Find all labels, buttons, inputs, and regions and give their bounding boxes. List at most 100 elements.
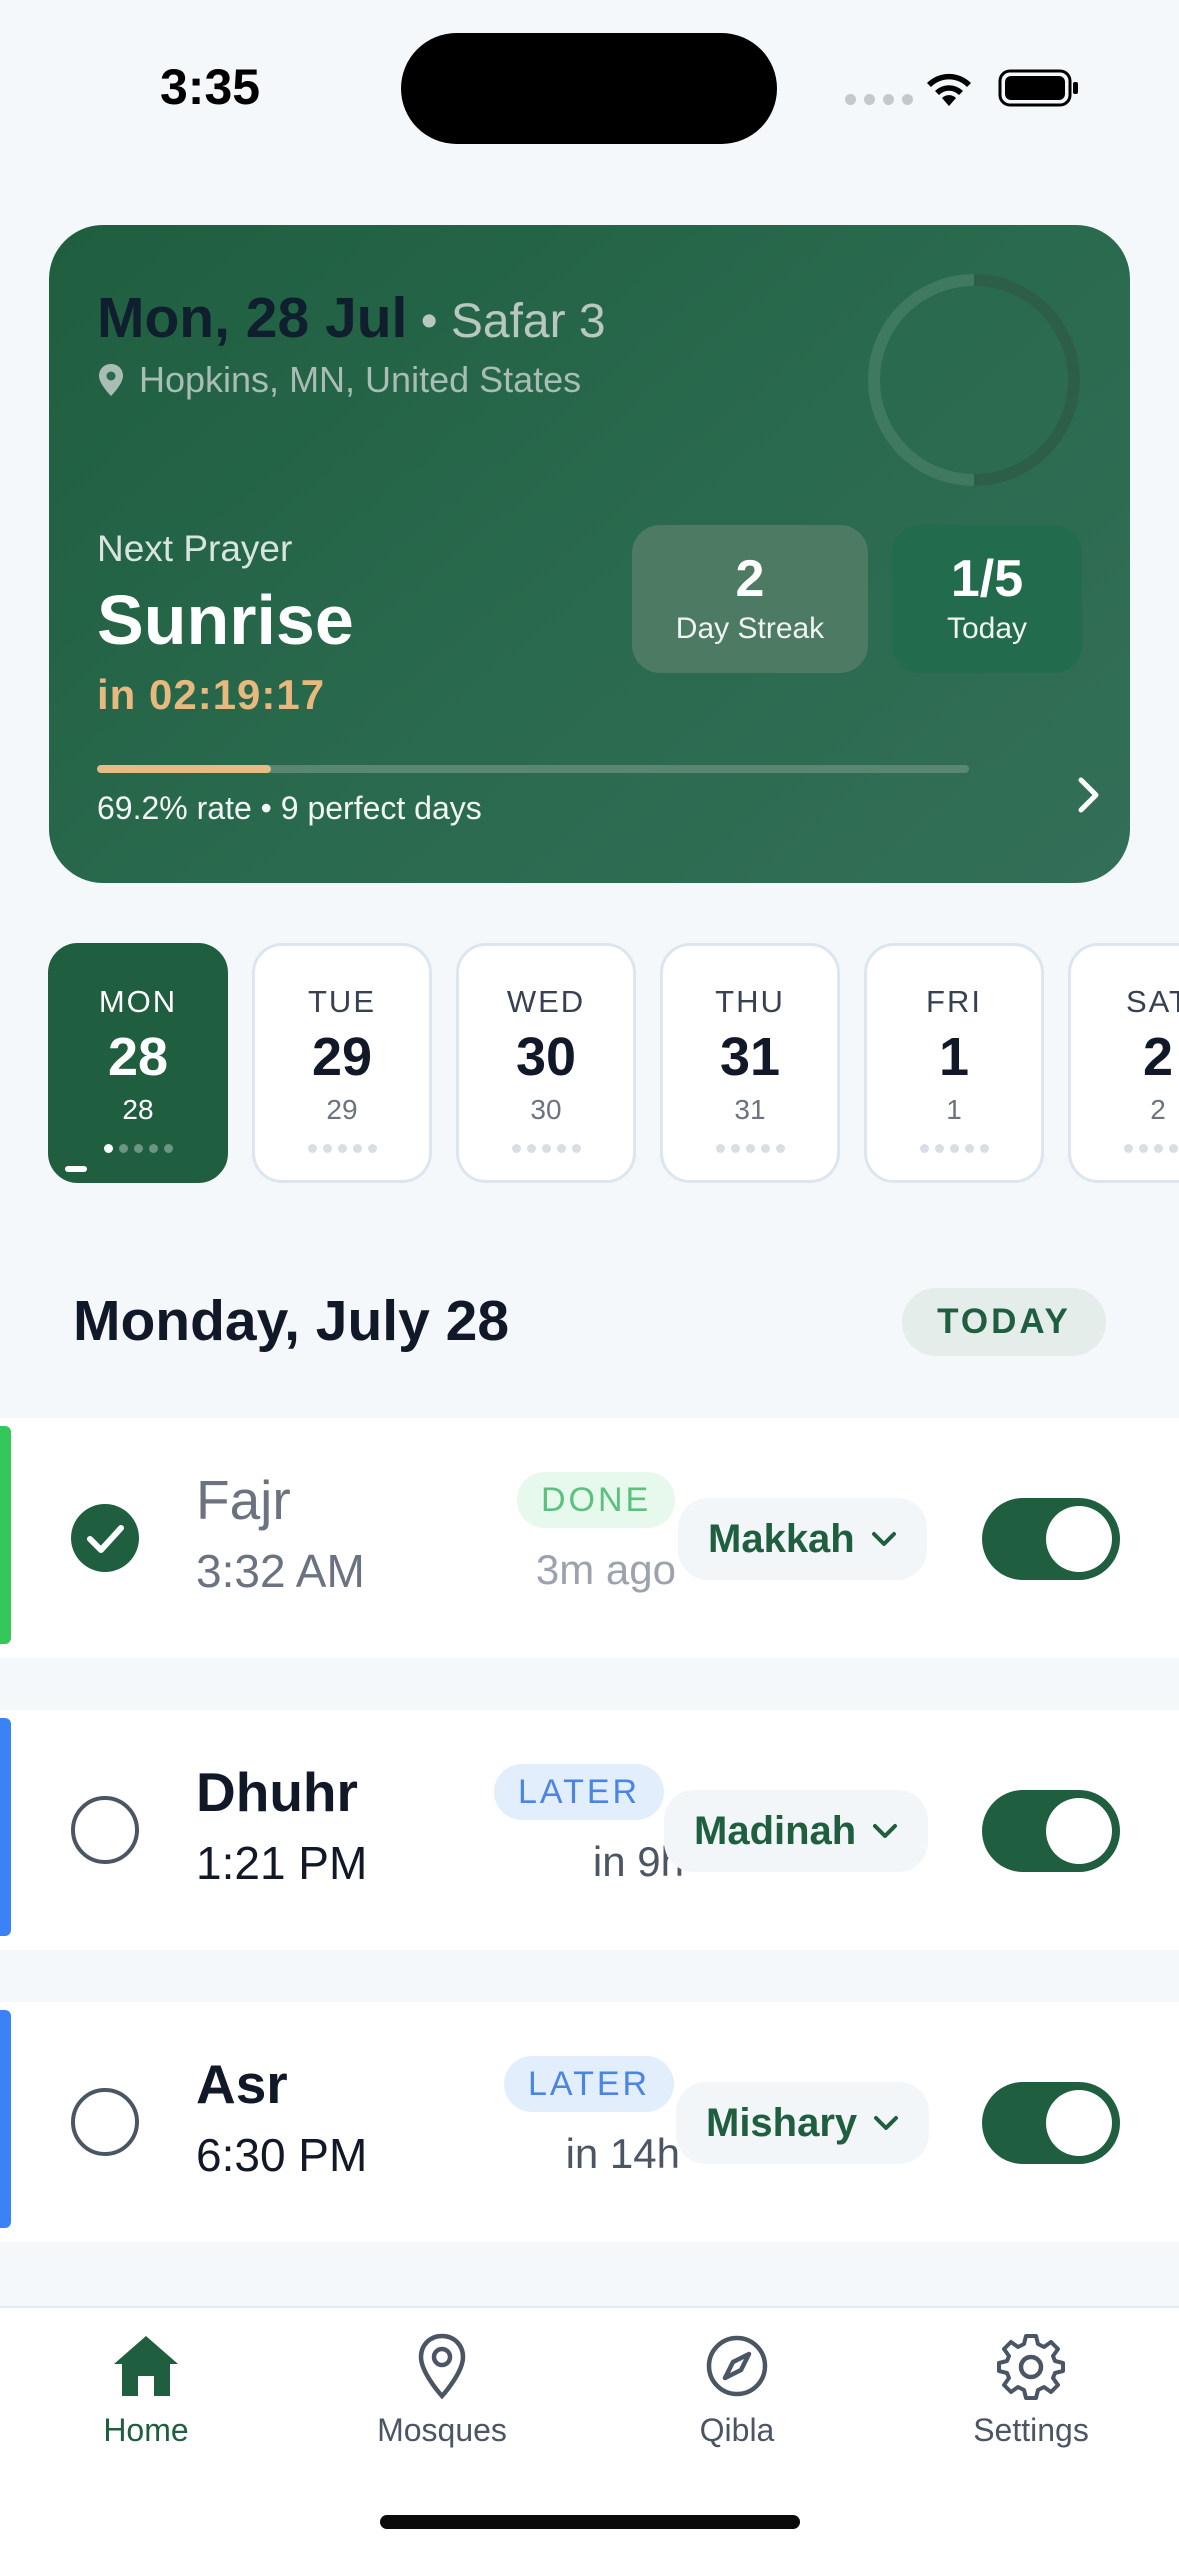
day-card-sat[interactable]: SAT 2 2 [1068,943,1179,1183]
status-time: 3:35 [160,59,261,115]
chevron-down-icon [874,2116,899,2130]
day-name: TUE [308,984,376,1019]
day-card-tue[interactable]: TUE 29 29 [252,943,432,1183]
toggle-knob [1046,1798,1112,1864]
day-number: 30 [515,1027,577,1087]
day-subnumber: 30 [530,1094,562,1125]
battery-icon [998,69,1078,107]
relative-time: 3m ago [535,1546,676,1593]
prayer-name: Fajr [196,1469,291,1531]
next-prayer-countdown: in 02:19:17 [97,671,326,718]
day-number: 31 [719,1027,781,1087]
prayer-time: 1:21 PM [196,1837,368,1889]
today-value: 1/5 [950,549,1024,608]
adhan-reciter-dropdown[interactable]: Mishary [676,2082,930,2164]
day-name: SAT [1126,984,1179,1019]
prayer-status-accent [0,2010,11,2228]
day-subnumber: 28 [122,1094,154,1125]
prayer-row-dhuhr[interactable]: Dhuhr 1:21 PM LATER in 9h Madinah [0,1710,1179,1950]
chevron-right-icon[interactable] [1069,770,1109,820]
next-prayer-name: Sunrise [97,581,354,659]
prayer-row-fajr[interactable]: Fajr 3:32 AM DONE 3m ago Makkah [0,1418,1179,1658]
day-card-mon[interactable]: MON 28 28 [48,943,228,1183]
streak-value: 2 [735,549,765,608]
toggle-knob [1046,1506,1112,1572]
today-button[interactable]: TODAY [902,1288,1106,1356]
chevron-down-icon [873,1824,898,1838]
checked-circle-icon[interactable] [70,1503,140,1573]
day-subnumber: 1 [946,1094,962,1125]
rate-progress-fill [97,765,272,773]
prayer-completion-dots [1123,1144,1179,1153]
prayer-row-asr[interactable]: Asr 6:30 PM LATER in 14h Mishary [0,2002,1179,2242]
location-pin-icon [99,364,123,396]
streak-label: Day Streak [675,612,825,646]
tab-label: Qibla [699,2412,775,2448]
reciter-label: Madinah [694,1808,857,1853]
prayer-completion-dots [307,1144,377,1153]
selected-indicator [65,1166,87,1172]
next-prayer-label: Next Prayer [97,528,293,569]
home-indicator[interactable] [380,2515,800,2529]
day-name: WED [506,984,586,1019]
unchecked-circle-icon[interactable] [70,2087,140,2157]
hijri-date: • Safar 3 [407,295,606,348]
selected-day-title: Monday, July 28 [73,1289,510,1353]
day-number: 2 [1142,1027,1174,1087]
home-icon [114,2336,178,2396]
unchecked-circle-icon[interactable] [70,1795,140,1865]
gear-icon [997,2334,1065,2400]
prayer-name: Asr [196,2053,288,2115]
day-name: MON [98,984,178,1019]
tab-qibla[interactable]: Qibla [637,2328,837,2449]
tab-label: Mosques [377,2412,507,2448]
day-subnumber: 31 [734,1094,766,1125]
today-stat: 1/5 Today [892,525,1082,673]
location-pin-icon [418,2333,466,2400]
reciter-label: Mishary [706,2100,858,2145]
dynamic-island [401,33,777,144]
tab-label: Home [103,2412,189,2448]
tab-home[interactable]: Home [46,2328,246,2449]
streak-stat: 2 Day Streak [632,525,868,673]
day-card-fri[interactable]: FRI 1 1 [864,943,1044,1183]
cellular-signal-icon [845,94,913,105]
day-card-wed[interactable]: WED 30 30 [456,943,636,1183]
prayer-status-accent [0,1718,11,1936]
day-name: THU [715,984,785,1019]
adhan-reciter-dropdown[interactable]: Makkah [678,1498,927,1580]
adhan-reciter-dropdown[interactable]: Madinah [664,1790,929,1872]
next-prayer-card[interactable]: Mon, 28 Jul • Safar 3 Hopkins, MN, Unite… [49,225,1130,883]
rate-progress-bar [97,765,969,773]
adhan-toggle[interactable] [982,1498,1120,1580]
prayer-name: Dhuhr [196,1761,358,1823]
day-number: 1 [938,1027,970,1087]
wifi-icon [927,73,971,106]
hero-date-line: Mon, 28 Jul • Safar 3 [97,285,606,351]
status-badge: LATER [494,1764,665,1820]
adhan-toggle[interactable] [982,1790,1120,1872]
day-selector[interactable]: MON 28 28 TUE 29 29 WED 30 30 THU 31 31 FRI 1 1 SAT 2 2 [48,943,1179,1183]
prayer-completion-dots [919,1144,989,1153]
tab-settings[interactable]: Settings [931,2328,1131,2449]
status-bar: 3:35 [0,0,1179,170]
status-badge: LATER [504,2056,675,2112]
reciter-label: Makkah [708,1516,855,1561]
day-subnumber: 2 [1150,1094,1166,1125]
day-number: 28 [107,1027,169,1087]
tab-label: Settings [973,2412,1089,2448]
gregorian-date: Mon, 28 Jul [97,286,408,350]
status-badge: DONE [517,1472,676,1528]
prayer-time: 6:30 PM [196,2129,368,2181]
day-card-thu[interactable]: THU 31 31 [660,943,840,1183]
rate-summary: 69.2% rate • 9 perfect days [97,790,482,826]
prayer-status-accent [0,1426,11,1644]
day-progress-ring [868,274,1080,486]
adhan-toggle[interactable] [982,2082,1120,2164]
prayer-completion-dots [103,1144,173,1153]
tab-mosques[interactable]: Mosques [342,2328,542,2449]
compass-icon [706,2335,768,2397]
prayer-completion-dots [715,1144,785,1153]
today-label: Today [946,612,1028,646]
day-number: 29 [311,1027,373,1087]
